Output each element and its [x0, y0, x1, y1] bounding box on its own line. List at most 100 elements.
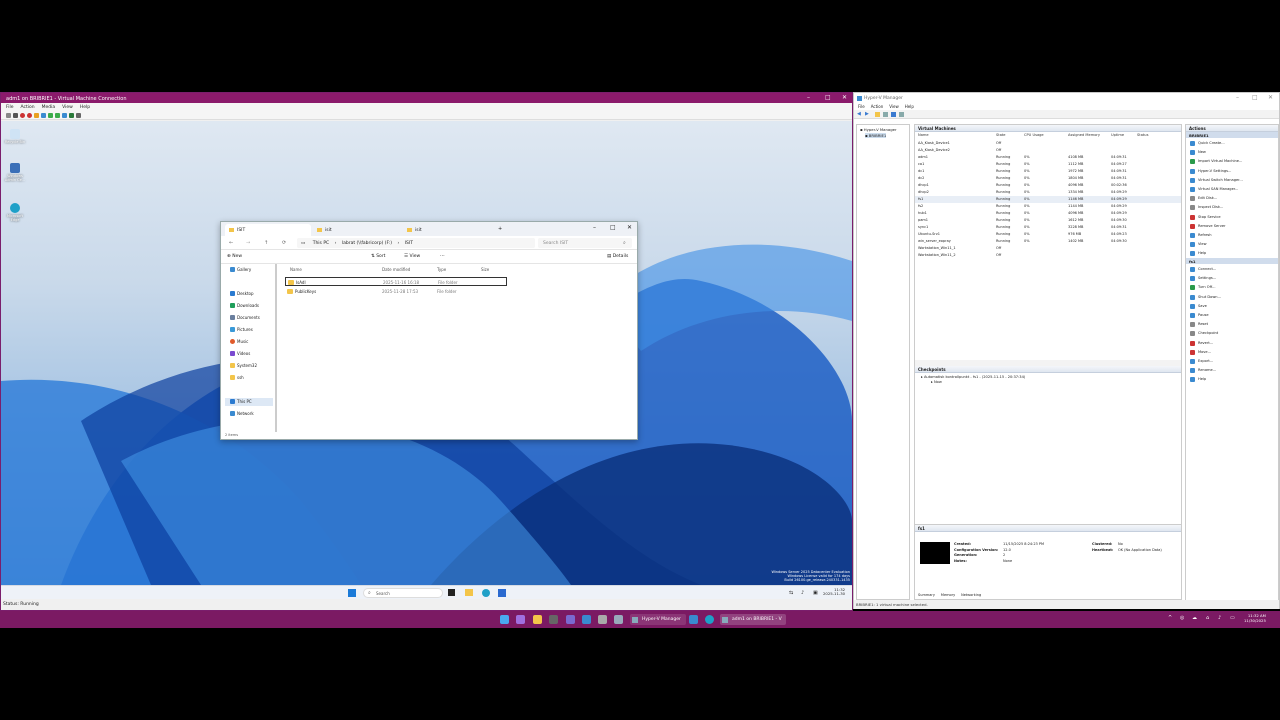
edge-icon[interactable] [482, 589, 490, 597]
vm-action[interactable]: Pause [1188, 311, 1276, 320]
checkpoint-icon[interactable] [55, 113, 60, 118]
vm-row[interactable]: win_server_eopray Running 0% 1402 MB 04:09:3… [915, 238, 1181, 245]
checkpoint-now[interactable]: ▸ Now [931, 380, 942, 384]
nav-pictures[interactable]: Pictures [225, 326, 273, 334]
folder-icon[interactable] [875, 112, 880, 117]
enhanced-session-icon[interactable] [69, 113, 74, 118]
crumb-isit[interactable]: ISIT [405, 241, 413, 246]
vm-action[interactable]: Reset [1188, 320, 1276, 329]
vm-row[interactable]: adm1 Running 0% 4108 MB 04:09:31 [915, 154, 1181, 161]
file-explorer-icon[interactable] [533, 615, 542, 624]
tab-isit-active[interactable]: ISIT [225, 224, 311, 236]
column-date-modified[interactable]: Date modified [382, 267, 410, 272]
revert-icon[interactable] [62, 113, 67, 118]
vm-row[interactable]: dhcp1 Running 0% 4096 MB 00:02:36 [915, 182, 1181, 189]
tab-memory[interactable]: Memory [941, 593, 955, 597]
vscode-icon[interactable] [582, 615, 591, 624]
new-button[interactable]: ⊕ New [227, 254, 242, 259]
vm-thumbnail[interactable] [920, 542, 950, 564]
col-uptime[interactable]: Uptime [1111, 133, 1124, 137]
back-icon[interactable]: ← [229, 240, 233, 246]
maximize-icon[interactable]: □ [825, 94, 831, 101]
taskbar-search[interactable]: ⌕ Search [363, 588, 443, 598]
column-type[interactable]: Type [437, 267, 446, 272]
close-icon[interactable]: ✕ [1268, 94, 1273, 101]
tree-host[interactable]: ▪ BRIBRIE1 [865, 133, 887, 138]
vm-row[interactable]: pam1 Running 0% 1612 MB 04:09:30 [915, 217, 1181, 224]
vm-row[interactable]: sync1 Running 0% 3228 MB 04:09:31 [915, 224, 1181, 231]
vm-action[interactable]: Help [1188, 375, 1276, 384]
crumb-this-pc[interactable]: This PC [313, 241, 329, 246]
nav-ssh[interactable]: ssh [225, 374, 273, 382]
maximize-icon[interactable]: □ [1252, 94, 1258, 101]
vm-row[interactable]: ca1 Running 0% 1112 MB 04:09:27 [915, 161, 1181, 168]
col-name[interactable]: Name [918, 133, 929, 137]
tray-icon[interactable]: ◎ [1180, 615, 1184, 621]
crumb-drive[interactable]: labrat (\\fabricorp) (F:) [342, 241, 392, 246]
file-row[interactable]: PublicKeys 2025-11-28 17:53 File folder [285, 287, 507, 296]
vm-action[interactable]: Connect... [1188, 265, 1276, 274]
tray-icon[interactable]: ▣ [813, 590, 818, 596]
app-icon[interactable] [598, 615, 607, 624]
host-action[interactable]: Import Virtual Machine... [1188, 157, 1276, 166]
actions-vm-header[interactable]: fs1 [1186, 258, 1278, 264]
col-memory[interactable]: Assigned Memory [1068, 133, 1100, 137]
sort-button[interactable]: ⇅ Sort [371, 254, 385, 259]
action-pane-icon[interactable] [899, 112, 904, 117]
vm-row[interactable]: fs2 Running 0% 1144 MB 04:09:29 [915, 203, 1181, 210]
tab-networking[interactable]: Networking [961, 593, 981, 597]
tab-summary[interactable]: Summary [918, 593, 935, 597]
host-action[interactable]: Stop Service [1188, 213, 1276, 222]
up-icon[interactable]: ↑ [264, 240, 268, 246]
tab-isit-2[interactable]: isit [313, 224, 399, 236]
nav-gallery[interactable]: Gallery [225, 266, 273, 274]
start-icon[interactable] [13, 113, 18, 118]
vm-action[interactable]: Move... [1188, 348, 1276, 357]
help-icon[interactable] [891, 112, 896, 117]
vm-action[interactable]: Turn Off... [1188, 283, 1276, 292]
column-size[interactable]: Size [481, 267, 489, 272]
host-action[interactable]: New [1188, 148, 1276, 157]
vm-row[interactable]: AA_Kiosk_Device1 Off [915, 140, 1181, 147]
vm-row[interactable]: Ubuntu-Srv1 Running 0% 976 MB 04:09:23 [915, 231, 1181, 238]
col-cpu[interactable]: CPU Usage [1024, 133, 1044, 137]
more-button[interactable]: ··· [440, 253, 445, 259]
column-name[interactable]: Name [290, 267, 302, 272]
minimize-icon[interactable]: – [1236, 94, 1239, 101]
cloud-icon[interactable]: ☁ [1192, 615, 1197, 621]
desktop-icon-recycle-bin[interactable]: Recycle Bin [3, 129, 27, 144]
share-icon[interactable] [76, 113, 81, 118]
show-hide-tree-icon[interactable] [883, 112, 888, 117]
forward-icon[interactable]: → [246, 240, 250, 246]
volume-icon[interactable]: ♪ [801, 590, 804, 596]
start-icon[interactable] [348, 589, 356, 597]
host-action[interactable]: Inspect Disk... [1188, 203, 1276, 212]
view-button[interactable]: ☰ View [404, 254, 420, 259]
desktop-icon-edge[interactable]: Microsoft Edge [3, 203, 27, 222]
network-tray-icon[interactable]: ⇆ [789, 590, 793, 596]
host-action[interactable]: Virtual SAN Manager... [1188, 185, 1276, 194]
col-status[interactable]: Status [1137, 133, 1148, 137]
refresh-icon[interactable]: ⟳ [282, 240, 286, 246]
details-button[interactable]: ▤ Details [607, 254, 628, 259]
minimize-icon[interactable]: – [593, 224, 596, 231]
taskbar-hyperv-manager[interactable]: Hyper-V Manager [630, 614, 686, 625]
host-action[interactable]: Hyper-V Settings... [1188, 167, 1276, 176]
host-action[interactable]: Quick Create... [1188, 139, 1276, 148]
desktop-icon-admin-center[interactable]: Windows Admin Ce... [3, 163, 27, 182]
app-icon[interactable] [689, 615, 698, 624]
vm-row[interactable]: dhcp2 Running 0% 1334 MB 04:09:29 [915, 189, 1181, 196]
forward-icon[interactable]: ▶ [865, 111, 869, 117]
close-icon[interactable]: ✕ [627, 224, 632, 231]
task-view-icon[interactable] [448, 589, 455, 596]
vm-row[interactable]: dc1 Running 0% 1972 MB 04:09:31 [915, 168, 1181, 175]
tree-root[interactable]: ▪ Hyper-V Manager [860, 127, 897, 132]
start-icon[interactable] [500, 615, 509, 624]
volume-icon[interactable]: ♪ [1218, 615, 1221, 621]
tab-isit-3[interactable]: isit [403, 224, 489, 236]
nav-network[interactable]: Network [225, 410, 273, 418]
host-action[interactable]: View [1188, 240, 1276, 249]
host-action[interactable]: Virtual Switch Manager... [1188, 176, 1276, 185]
admin-center-icon[interactable] [498, 589, 506, 597]
close-icon[interactable]: ✕ [842, 94, 847, 101]
